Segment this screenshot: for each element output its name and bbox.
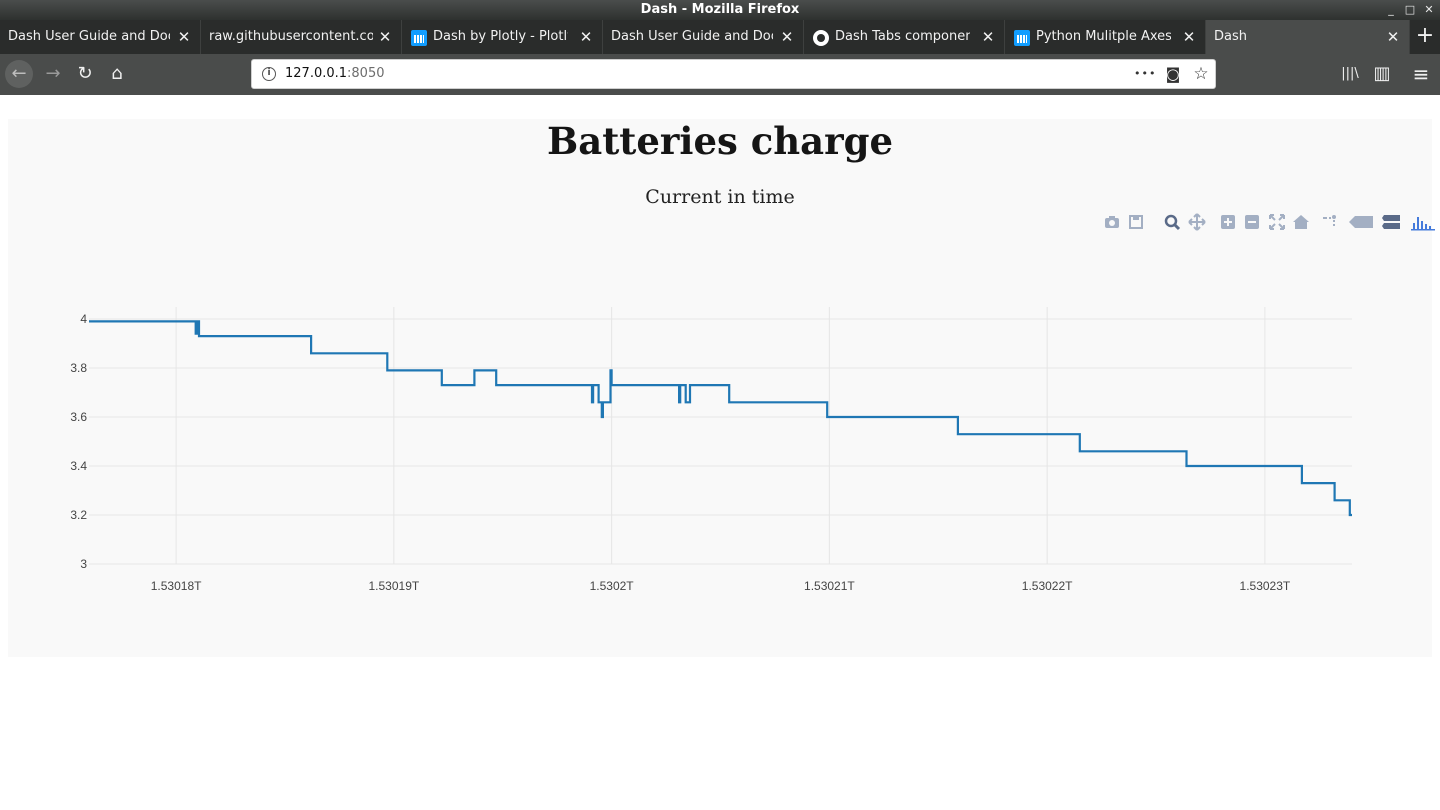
plotly-logo-icon[interactable] [1410, 213, 1436, 231]
library-icon[interactable]: |||\ [1336, 60, 1364, 88]
y-tick-label: 3.2 [70, 508, 87, 522]
sidebar-icon[interactable]: ▥ [1368, 60, 1396, 88]
close-tab-icon[interactable]: ✕ [375, 27, 395, 47]
zoom-icon[interactable] [1163, 213, 1181, 231]
close-window-button[interactable]: ✕ [1420, 1, 1438, 19]
bookmark-star-icon[interactable]: ☆ [1190, 63, 1212, 85]
github-icon [813, 30, 829, 46]
url-port: :8050 [347, 66, 385, 81]
window-title-bar: Dash - Mozilla Firefox _ □ ✕ [0, 0, 1440, 20]
tab-label: raw.githubusercontent.con [209, 29, 373, 44]
close-tab-icon[interactable]: ✕ [174, 27, 194, 47]
close-tab-icon[interactable]: ✕ [777, 27, 797, 47]
new-tab-button[interactable]: + [1410, 20, 1440, 54]
tab-dash[interactable]: Dash ✕ [1206, 20, 1410, 54]
camera-icon[interactable] [1103, 213, 1121, 231]
tab-label: Dash Tabs component [835, 29, 970, 44]
tab-python-multiple-axes[interactable]: Python Mulitple Axes | ✕ [1005, 20, 1206, 54]
tab-strip: Dash User Guide and Docu ✕ raw.githubuse… [0, 20, 1440, 54]
x-tick-label: 1.53021T [804, 579, 855, 593]
minimize-button[interactable]: _ [1382, 1, 1400, 19]
tab-dash-user-guide-1[interactable]: Dash User Guide and Docu ✕ [0, 20, 201, 54]
tab-dash-by-plotly[interactable]: Dash by Plotly - Plotly ✕ [402, 20, 603, 54]
y-tick-label: 3 [80, 557, 87, 571]
plotly-icon [1014, 30, 1030, 46]
spike-lines-icon[interactable] [1321, 213, 1339, 231]
close-tab-icon[interactable]: ✕ [1179, 27, 1199, 47]
reset-axes-icon[interactable] [1292, 213, 1310, 231]
tab-dash-user-guide-2[interactable]: Dash User Guide and Docu ✕ [603, 20, 804, 54]
hover-closest-icon[interactable] [1348, 213, 1374, 231]
close-tab-icon[interactable]: ✕ [1383, 27, 1403, 47]
x-tick-label: 1.53018T [151, 579, 202, 593]
window-title: Dash - Mozilla Firefox [640, 2, 800, 17]
back-button[interactable]: ← [5, 60, 33, 88]
hamburger-menu-icon[interactable]: ≡ [1407, 60, 1435, 88]
close-tab-icon[interactable]: ✕ [576, 27, 596, 47]
zoom-out-icon[interactable] [1243, 213, 1261, 231]
page-actions-button[interactable]: ••• [1134, 63, 1156, 85]
grid-lines [89, 307, 1352, 565]
chart-title: Current in time [645, 186, 794, 208]
home-button[interactable]: ⌂ [103, 60, 131, 88]
line-chart[interactable]: 1.53018T 1.53019T 1.5302T 1.53021T 1.53022T 1… [8, 119, 1432, 657]
tab-label: Dash User Guide and Docu [8, 29, 170, 44]
forward-button[interactable]: → [39, 60, 67, 88]
graph-panel: Batteries charge 1.53018T 1.53019T 1.5302T… [8, 119, 1435, 657]
tab-label: Dash by Plotly - Plotly [433, 29, 568, 44]
tab-dash-tabs-component[interactable]: Dash Tabs component ✕ [804, 20, 1005, 54]
x-axis: 1.53018T 1.53019T 1.5302T 1.53021T 1.53022T 1… [151, 579, 1291, 593]
zoom-in-icon[interactable] [1219, 213, 1237, 231]
url-host: 127.0.0.1 [285, 66, 348, 81]
maximize-button[interactable]: □ [1401, 1, 1419, 19]
y-tick-label: 4 [80, 312, 87, 326]
plotly-icon [411, 30, 427, 46]
url-bar[interactable]: i 127.0.0.1:8050 ••• ◙ ☆ [251, 59, 1216, 89]
pocket-icon[interactable]: ◙ [1162, 63, 1184, 85]
tab-label: Dash [1214, 29, 1247, 44]
close-tab-icon[interactable]: ✕ [978, 27, 998, 47]
autoscale-icon[interactable] [1268, 213, 1286, 231]
y-tick-label: 3.4 [70, 459, 87, 473]
x-tick-label: 1.53023T [1240, 579, 1291, 593]
tab-label: Python Mulitple Axes | [1036, 29, 1171, 44]
url-text[interactable]: 127.0.0.1:8050 [285, 66, 385, 81]
y-tick-label: 3.8 [70, 361, 87, 375]
tab-raw-githubusercontent[interactable]: raw.githubusercontent.con ✕ [201, 20, 402, 54]
tab-label: Dash User Guide and Docu [611, 29, 773, 44]
reload-button[interactable]: ↻ [71, 60, 99, 88]
pan-icon[interactable] [1188, 213, 1206, 231]
site-info-icon[interactable]: i [262, 67, 276, 81]
x-tick-label: 1.53019T [369, 579, 420, 593]
hover-compare-icon[interactable] [1381, 213, 1401, 231]
navigation-toolbar: ← → ↻ ⌂ i 127.0.0.1:8050 ••• ◙ ☆ |||\ ▥ … [0, 54, 1440, 95]
y-axis: 3 3.2 3.4 3.6 3.8 4 [70, 312, 87, 571]
x-tick-label: 1.53022T [1022, 579, 1073, 593]
save-icon[interactable] [1127, 213, 1145, 231]
page-content: Batteries charge 1.53018T 1.53019T 1.5302T… [0, 95, 1440, 810]
x-tick-label: 1.5302T [590, 579, 635, 593]
y-tick-label: 3.6 [70, 410, 87, 424]
